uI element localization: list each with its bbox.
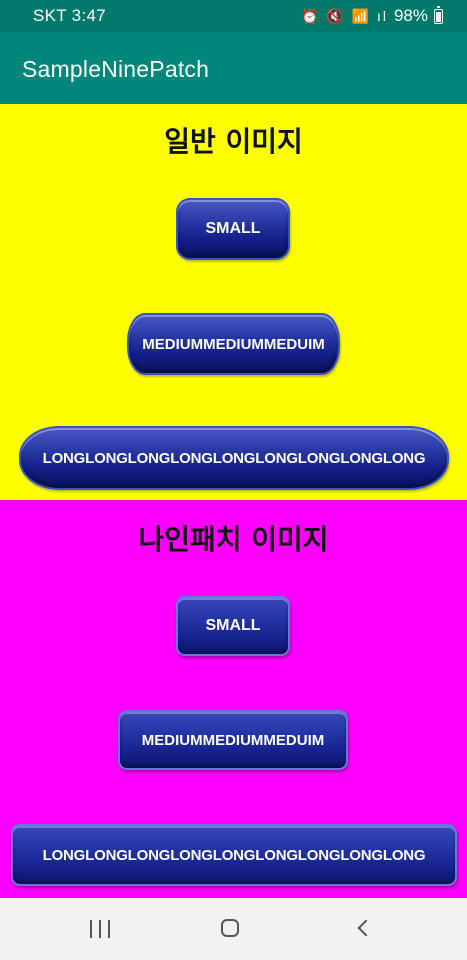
normal-medium-button[interactable]: MEDIUMMEDIUMMEDUIM	[127, 313, 340, 375]
recent-apps-icon[interactable]	[90, 920, 110, 938]
navigation-bar	[0, 898, 467, 960]
status-bar: SKT 3:47 ⏰ 🔇 📶 ıl 98%	[0, 0, 467, 32]
status-icons: ⏰ 🔇 📶 ıl	[301, 7, 388, 24]
app-bar: SampleNinePatch	[0, 32, 467, 104]
ninepatch-long-button[interactable]: LONGLONGLONGLONGLONGLONGLONGLONGLONG	[11, 824, 457, 886]
ninepatch-section-title: 나인패치 이미지	[138, 523, 329, 556]
normal-small-button[interactable]: SMALL	[176, 198, 290, 260]
battery-percent: 98%	[393, 6, 428, 25]
ninepatch-small-button[interactable]: SMALL	[176, 596, 290, 656]
back-icon[interactable]	[356, 918, 372, 938]
battery-icon	[434, 5, 443, 24]
app-title: SampleNinePatch	[22, 56, 210, 82]
status-right: ⏰ 🔇 📶 ıl 98%	[301, 5, 443, 26]
normal-section-title: 일반 이미지	[164, 125, 303, 158]
ninepatch-image-section: 나인패치 이미지 SMALL MEDIUMMEDIUMMEDUIM LONGLO…	[0, 500, 467, 898]
normal-image-section: 일반 이미지 SMALL MEDIUMMEDIUMMEDUIM LONGLONG…	[0, 104, 467, 500]
status-carrier-time: SKT 3:47	[33, 6, 106, 25]
normal-long-button[interactable]: LONGLONGLONGLONGLONGLONGLONGLONGLONG	[19, 426, 449, 490]
ninepatch-medium-button[interactable]: MEDIUMMEDIUMMEDUIM	[118, 710, 348, 770]
home-icon[interactable]	[221, 919, 239, 937]
